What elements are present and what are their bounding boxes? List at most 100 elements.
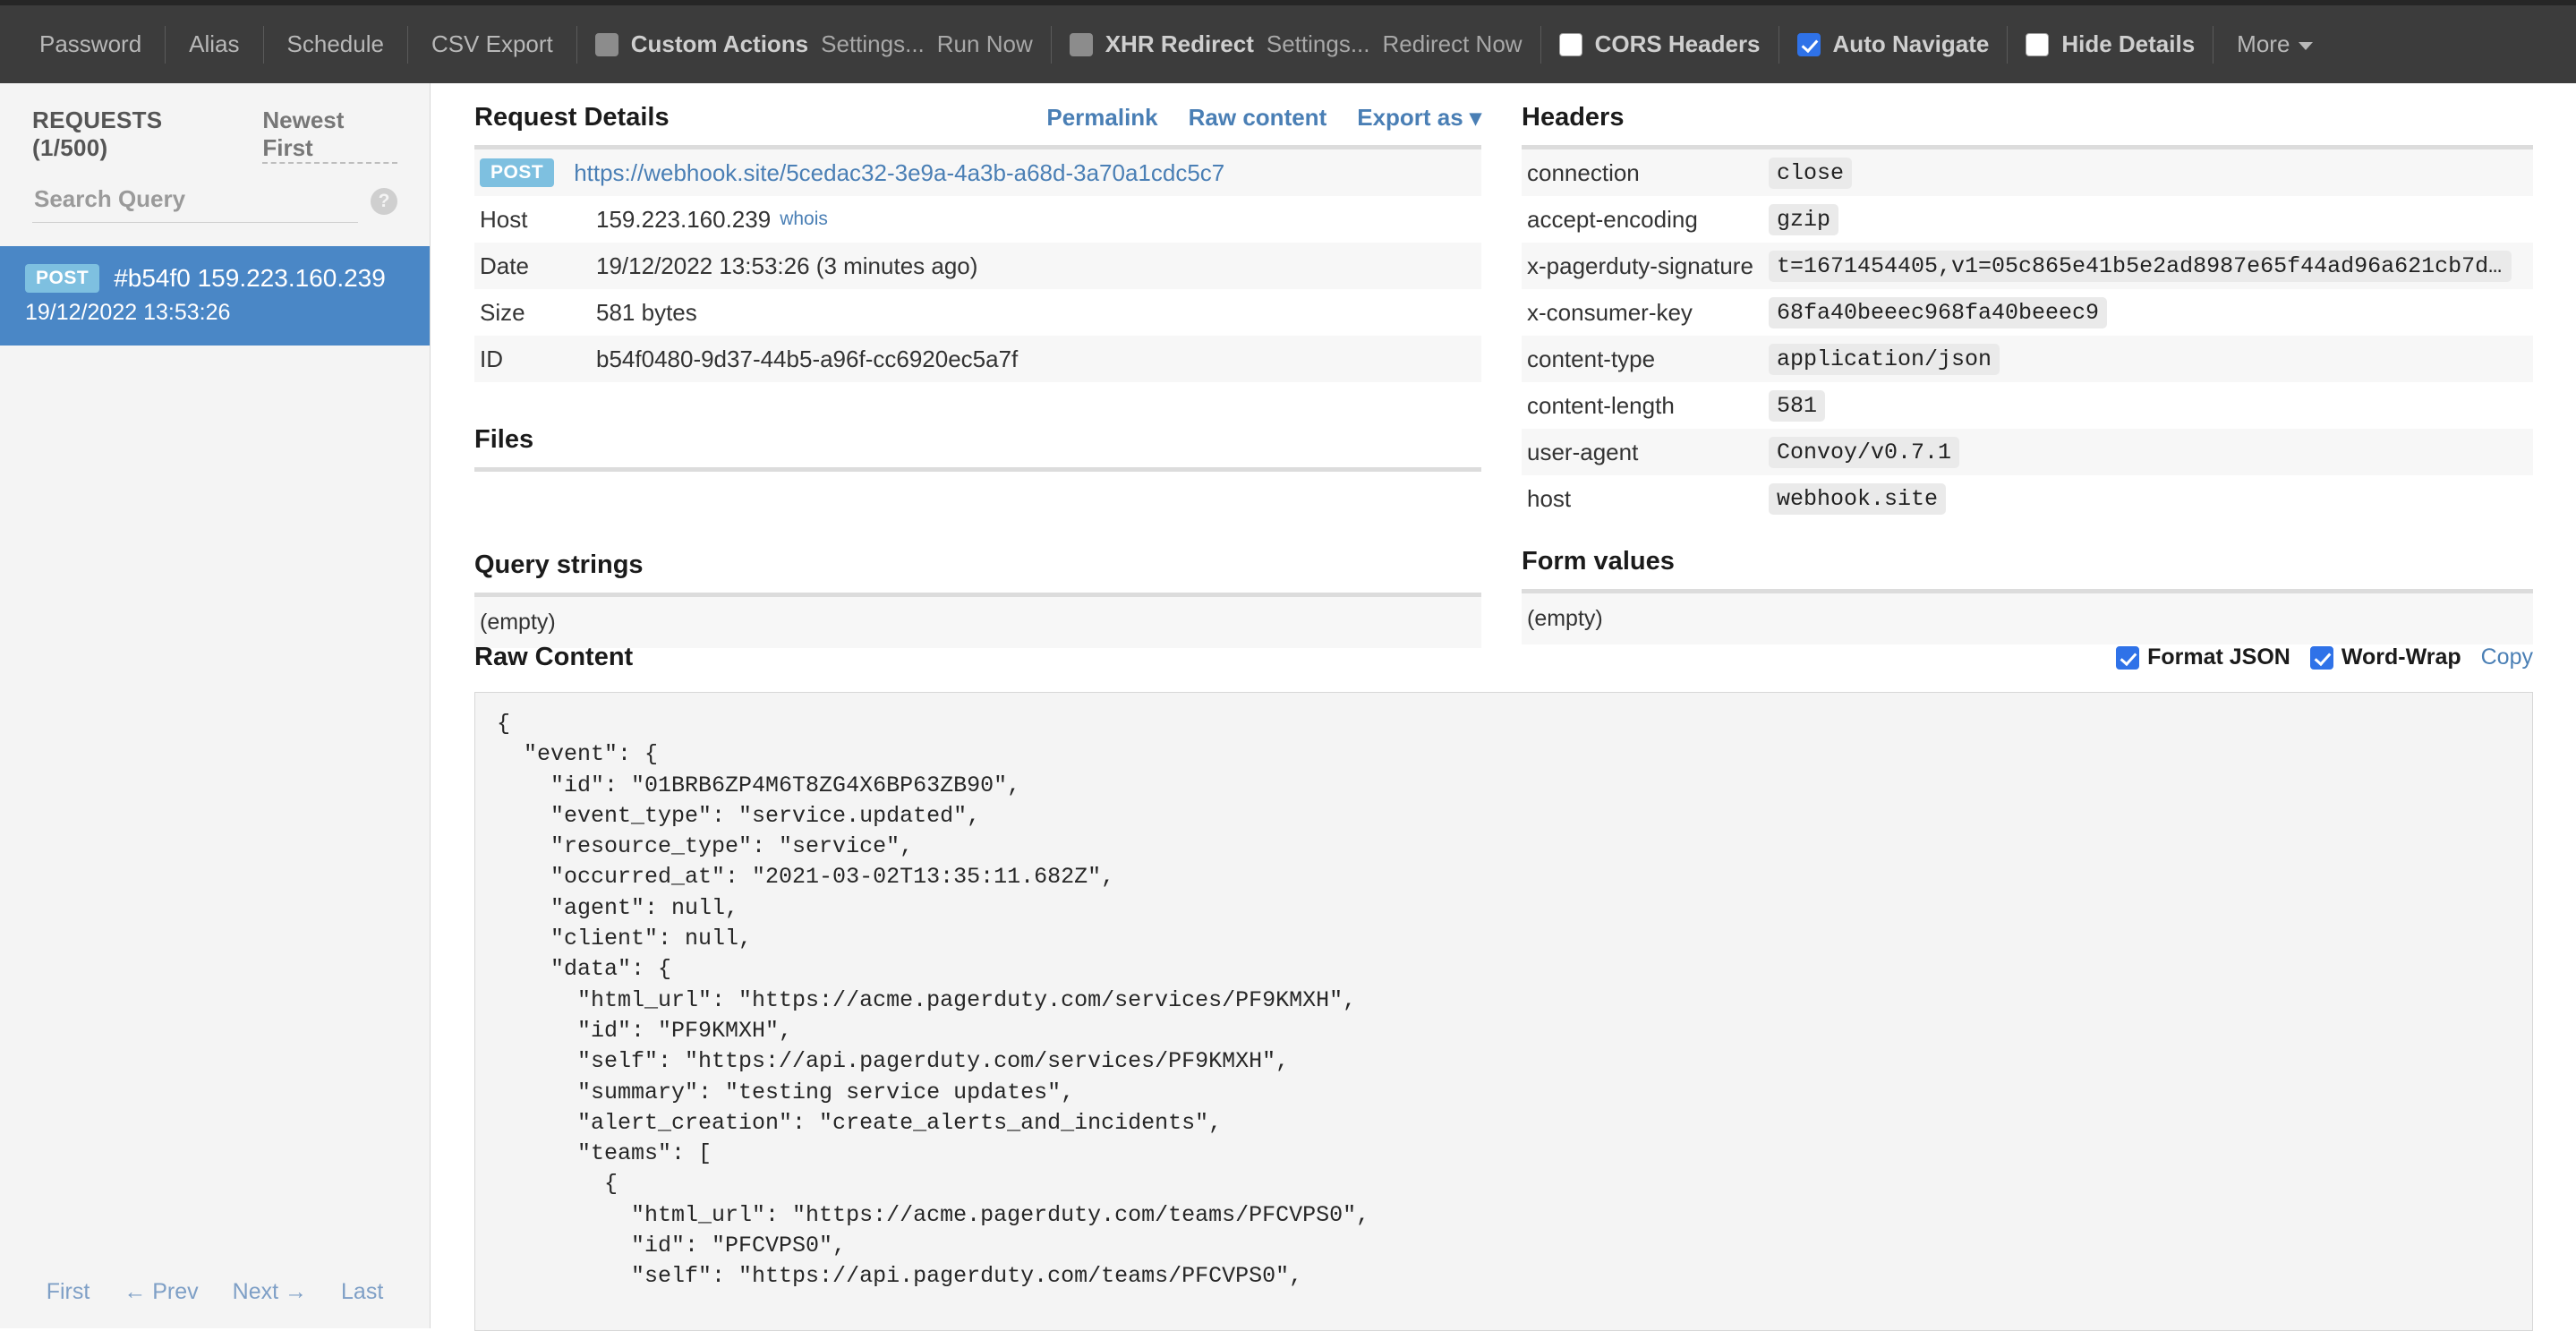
detail-value: 159.223.160.239 — [596, 206, 771, 234]
xhr-redirect-group: XHR Redirect Settings... Redirect Now — [1052, 30, 1540, 58]
header-value: application/json — [1769, 344, 2000, 375]
request-method-badge: POST — [25, 264, 99, 293]
cors-headers-label: CORS Headers — [1595, 30, 1761, 58]
xhr-redirect-settings-link[interactable]: Settings... — [1267, 30, 1370, 58]
request-url-link[interactable]: https://webhook.site/5cedac32-3e9a-4a3b-… — [574, 159, 1224, 187]
auto-navigate-checkbox[interactable] — [1797, 33, 1821, 56]
export-as-dropdown[interactable]: Export as ▾ — [1357, 104, 1481, 132]
search-input[interactable] — [32, 180, 358, 223]
xhr-redirect-checkbox[interactable] — [1070, 33, 1093, 56]
top-toolbar: Password Alias Schedule CSV Export Custo… — [0, 0, 2576, 83]
header-key: user-agent — [1527, 439, 1769, 466]
requests-sidebar: REQUESTS (1/500) Newest First ? POST #b5… — [0, 83, 431, 1328]
sidebar-pagination: First ← Prev Next → Last — [0, 1279, 430, 1305]
request-method-badge: POST — [480, 158, 554, 187]
detail-value: 581 bytes — [596, 299, 697, 327]
request-item-date: 19/12/2022 13:53:26 — [25, 300, 405, 326]
request-details-header: Request Details Permalink Raw content Ex… — [474, 103, 1481, 132]
header-row: content-type application/json — [1522, 336, 2533, 382]
custom-actions-group: Custom Actions Settings... Run Now — [577, 30, 1051, 58]
header-value: close — [1769, 158, 1852, 189]
header-key: accept-encoding — [1527, 206, 1769, 234]
form-values-header: Form values — [1522, 547, 2533, 576]
header-value: 68fa40beeec968fa40beeec9 — [1769, 297, 2107, 328]
header-key: x-consumer-key — [1527, 299, 1769, 327]
xhr-redirect-label: XHR Redirect — [1105, 30, 1254, 58]
format-json-checkbox[interactable] — [2116, 646, 2139, 670]
copy-button[interactable]: Copy — [2481, 644, 2533, 670]
files-title: Files — [474, 425, 533, 455]
header-row: x-pagerduty-signature t=1671454405,v1=05… — [1522, 243, 2533, 289]
detail-value: b54f0480-9d37-44b5-a96f-cc6920ec5a7f — [596, 346, 1018, 373]
detail-row-size: Size 581 bytes — [474, 289, 1481, 336]
toolbar-link-schedule[interactable]: Schedule — [264, 30, 407, 58]
detail-value: 19/12/2022 13:53:26 (3 minutes ago) — [596, 252, 977, 280]
xhr-redirect-now-link[interactable]: Redirect Now — [1383, 30, 1523, 58]
toolbar-link-alias[interactable]: Alias — [166, 30, 262, 58]
format-json-label: Format JSON — [2147, 644, 2290, 670]
toolbar-link-password[interactable]: Password — [16, 30, 165, 58]
permalink-link[interactable]: Permalink — [1046, 104, 1157, 132]
header-row: host webhook.site — [1522, 475, 2533, 522]
sidebar-title-row: REQUESTS (1/500) Newest First — [32, 107, 397, 164]
query-strings-empty: (empty) — [474, 597, 1481, 648]
cors-headers-group: CORS Headers — [1541, 30, 1778, 58]
custom-actions-settings-link[interactable]: Settings... — [821, 30, 925, 58]
raw-content-options: Format JSON Word-Wrap Copy — [2116, 644, 2533, 670]
toolbar-link-csv-export[interactable]: CSV Export — [408, 30, 576, 58]
header-key: content-length — [1527, 392, 1769, 420]
header-value: Convoy/v0.7.1 — [1769, 437, 1959, 468]
requests-count-label: REQUESTS (1/500) — [32, 107, 239, 162]
form-values-title: Form values — [1522, 547, 1675, 576]
header-key: content-type — [1527, 346, 1769, 373]
auto-navigate-label: Auto Navigate — [1833, 30, 1990, 58]
raw-content-body: { "event": { "id": "01BRB6ZP4M6T8ZG4X6BP… — [497, 709, 2511, 1293]
header-value: gzip — [1769, 204, 1838, 235]
cors-headers-checkbox[interactable] — [1559, 33, 1582, 56]
hide-details-checkbox[interactable] — [2026, 33, 2049, 56]
format-json-option: Format JSON — [2116, 644, 2290, 670]
more-menu-label: More — [2237, 30, 2290, 57]
hide-details-group: Hide Details — [2008, 30, 2213, 58]
detail-key: Host — [480, 206, 596, 234]
pager-prev-link[interactable]: ← Prev — [124, 1279, 198, 1305]
detail-row-date: Date 19/12/2022 13:53:26 (3 minutes ago) — [474, 243, 1481, 289]
word-wrap-checkbox[interactable] — [2310, 646, 2333, 670]
header-value: webhook.site — [1769, 483, 1946, 515]
raw-content-link[interactable]: Raw content — [1189, 104, 1327, 132]
sidebar-header: REQUESTS (1/500) Newest First ? — [0, 83, 430, 223]
header-value: 581 — [1769, 390, 1825, 422]
main-content: Request Details Permalink Raw content Ex… — [431, 83, 2576, 1328]
raw-content-header: Raw Content Format JSON Word-Wrap Copy — [474, 643, 2533, 672]
header-key: connection — [1527, 159, 1769, 187]
sort-order-toggle[interactable]: Newest First — [262, 107, 397, 164]
help-icon[interactable]: ? — [371, 188, 397, 215]
hide-details-label: Hide Details — [2061, 30, 2195, 58]
auto-navigate-group: Auto Navigate — [1779, 30, 2008, 58]
header-row: user-agent Convoy/v0.7.1 — [1522, 429, 2533, 475]
more-menu-button[interactable]: More — [2213, 30, 2336, 58]
search-row: ? — [32, 180, 397, 223]
request-item-line: POST #b54f0 159.223.160.239 — [25, 264, 405, 293]
pager-next-link[interactable]: Next → — [233, 1279, 307, 1305]
custom-actions-checkbox[interactable] — [595, 33, 618, 56]
whois-link[interactable]: whois — [780, 209, 828, 230]
detail-row-host: Host 159.223.160.239 whois — [474, 196, 1481, 243]
request-details-title: Request Details — [474, 103, 670, 132]
header-row: x-consumer-key 68fa40beeec968fa40beeec9 — [1522, 289, 2533, 336]
form-values-empty: (empty) — [1522, 593, 2533, 644]
raw-content-box[interactable]: { "event": { "id": "01BRB6ZP4M6T8ZG4X6BP… — [474, 692, 2533, 1331]
pager-last-link[interactable]: Last — [341, 1279, 383, 1305]
raw-content-title: Raw Content — [474, 643, 633, 672]
chevron-down-icon — [2299, 42, 2313, 50]
custom-actions-run-now-link[interactable]: Run Now — [937, 30, 1033, 58]
request-details-column: Request Details Permalink Raw content Ex… — [474, 83, 1481, 648]
query-strings-header: Query strings — [474, 550, 1481, 580]
pager-first-link[interactable]: First — [47, 1279, 90, 1305]
detail-key: Date — [480, 252, 596, 280]
request-list-item[interactable]: POST #b54f0 159.223.160.239 19/12/2022 1… — [0, 246, 430, 346]
request-item-summary: #b54f0 159.223.160.239 — [114, 264, 386, 293]
detail-row-id: ID b54f0480-9d37-44b5-a96f-cc6920ec5a7f — [474, 336, 1481, 382]
request-url-row: POST https://webhook.site/5cedac32-3e9a-… — [474, 149, 1481, 196]
raw-content-section: Raw Content Format JSON Word-Wrap Copy {… — [474, 643, 2533, 1331]
